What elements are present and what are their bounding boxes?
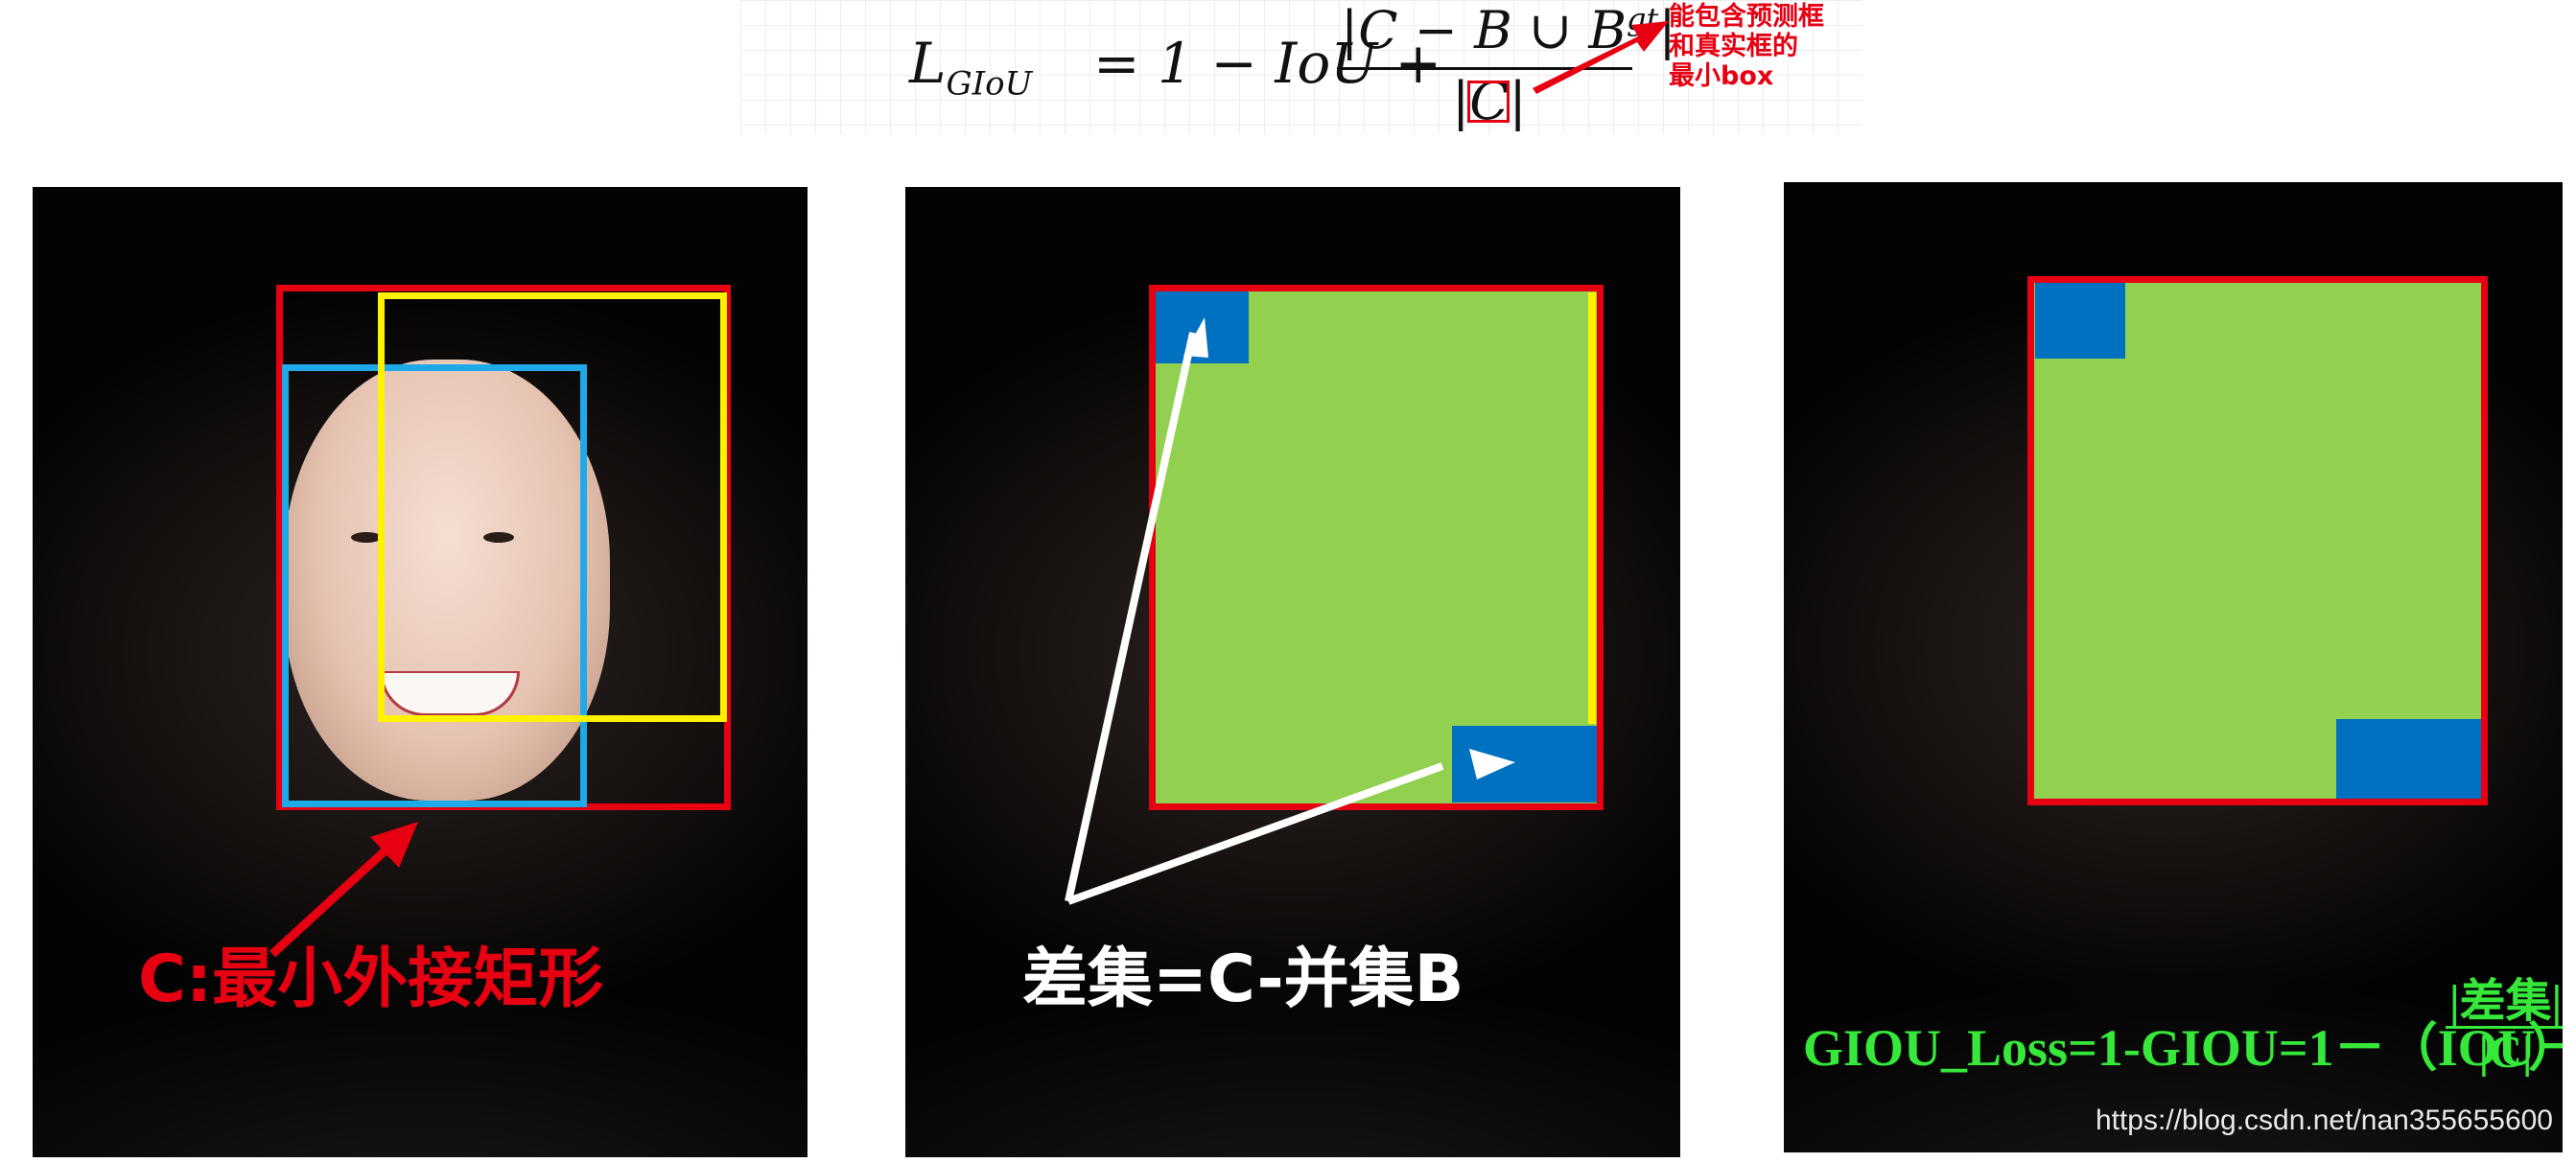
label-enclosing-rectangle: C:最小外接矩形 [138, 942, 604, 1017]
label-difference-set: 差集=C-并集B [1022, 942, 1464, 1017]
panel-enclosing-box: C:最小外接矩形 [33, 187, 808, 1157]
panel-giou-loss: GIOU_Loss=1-GIOU=1－（IOU－ |差集| |C| ） http… [1784, 182, 2563, 1152]
annotation-line-2: 和真实框的 [1669, 32, 1798, 61]
c-highlight-box [1467, 81, 1510, 123]
annotation-line-3: 最小box [1669, 61, 1774, 91]
formula-lhs: LGIoU [909, 31, 1033, 104]
predicted-box [378, 292, 727, 722]
enclosing-box-c [2027, 276, 2488, 805]
watermark-url: https://blog.csdn.net/nan355655600 [2095, 1105, 2553, 1136]
annotation-arrow-icon [1533, 21, 1669, 94]
panel-difference-set: 差集=C-并集B [905, 187, 1680, 1157]
annotation-line-1: 能包含预测框 [1669, 2, 1824, 32]
formula-annotation: 能包含预测框 和真实框的 最小box [1669, 2, 1880, 91]
giou-formula-close: ） [2528, 1005, 2563, 1081]
